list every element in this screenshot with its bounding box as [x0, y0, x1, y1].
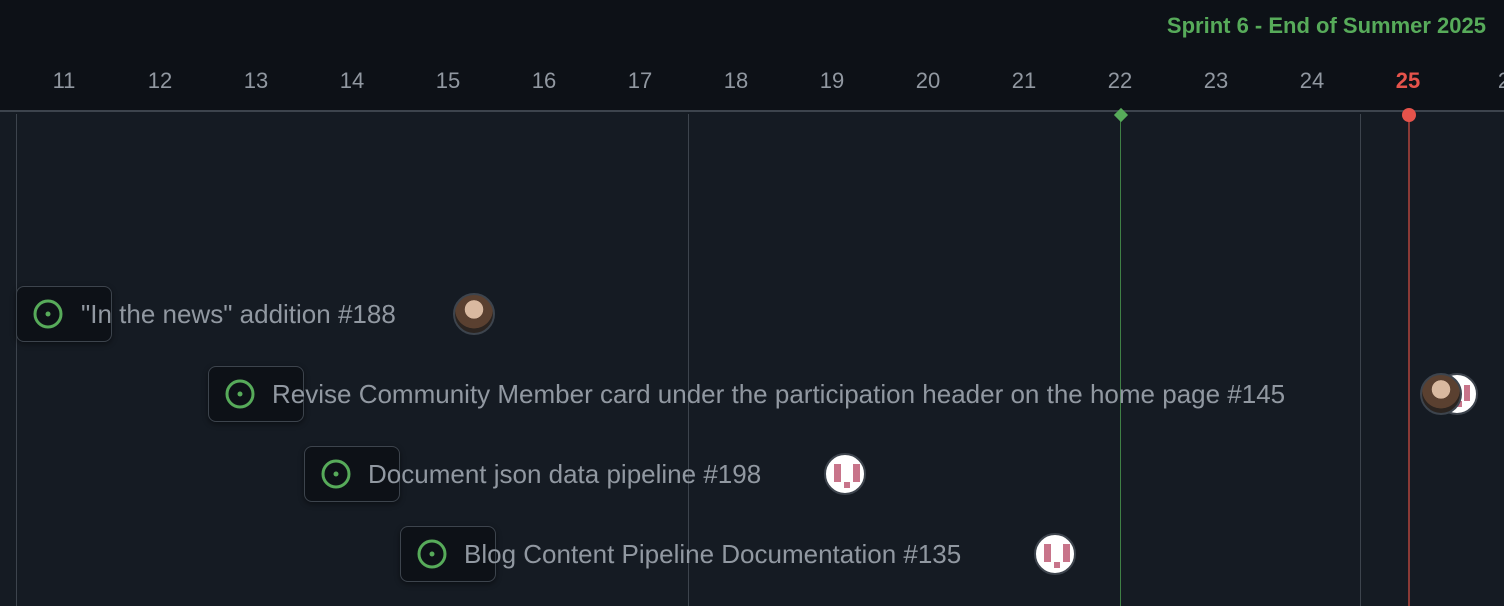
day-label: 20: [915, 68, 941, 93]
open-issue-icon: [417, 539, 447, 569]
identicon-icon: [1044, 544, 1070, 568]
roadmap-item-title[interactable]: "In the news" addition #188: [81, 299, 396, 329]
day-label: 22: [1107, 68, 1133, 93]
sprint-title[interactable]: Sprint 6 - End of Summer 2025: [1167, 13, 1486, 39]
day-label: 13: [243, 68, 269, 93]
open-issue-icon: [225, 379, 255, 409]
day-label: 2: [1474, 68, 1504, 94]
day-label: 24: [1299, 68, 1325, 93]
open-issue-icon: [321, 459, 351, 489]
timeline-header: Sprint 6 - End of Summer 2025 11 12 13 1…: [0, 0, 1504, 112]
day-label: 12: [147, 68, 173, 93]
assignee-avatar[interactable]: [824, 453, 866, 495]
day-label: 23: [1203, 68, 1229, 93]
milestone-line: [1120, 114, 1121, 606]
week-divider: [1360, 114, 1361, 606]
open-issue-icon: [33, 299, 63, 329]
roadmap-item-title[interactable]: Revise Community Member card under the p…: [272, 379, 1285, 409]
week-divider: [688, 114, 689, 606]
day-label: 16: [531, 68, 557, 93]
today-marker: [1402, 108, 1416, 122]
today-line: [1408, 114, 1410, 606]
day-label: 15: [435, 68, 461, 93]
roadmap-item-title[interactable]: Document json data pipeline #198: [368, 459, 761, 489]
day-label: 17: [627, 68, 653, 93]
day-label: 18: [723, 68, 749, 93]
week-divider: [16, 114, 17, 606]
roadmap-item-title[interactable]: Blog Content Pipeline Documentation #135: [464, 539, 961, 569]
day-label: 11: [52, 68, 76, 93]
identicon-icon: [834, 464, 860, 488]
day-label: 14: [339, 68, 365, 93]
assignee-avatar[interactable]: [1420, 373, 1462, 415]
day-label: 21: [1011, 68, 1037, 93]
day-label-today: 25: [1395, 68, 1421, 93]
day-label: 19: [819, 68, 845, 93]
assignee-avatar[interactable]: [1034, 533, 1076, 575]
assignee-avatar[interactable]: [453, 293, 495, 335]
